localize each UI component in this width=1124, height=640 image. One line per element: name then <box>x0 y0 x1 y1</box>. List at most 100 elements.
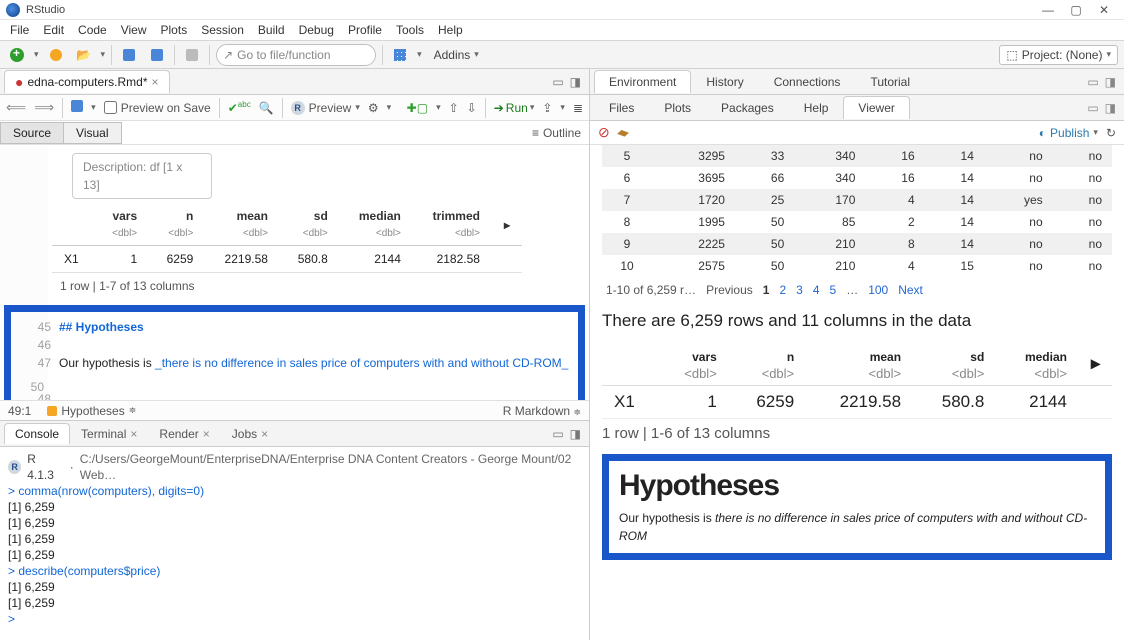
pane-minimize-icon[interactable]: ▭ <box>1087 101 1098 115</box>
menu-profile[interactable]: Profile <box>342 22 388 38</box>
mode-source-button[interactable]: Source <box>0 122 64 144</box>
pane-minimize-icon[interactable]: ▭ <box>1087 75 1098 89</box>
save-source-button[interactable] <box>71 100 83 115</box>
viewer-tabstrip: Files Plots Packages Help Viewer ▭ ◨ <box>590 95 1124 121</box>
pager-page-2[interactable]: 2 <box>779 283 786 297</box>
nav-forward-button[interactable]: ⟹ <box>34 99 54 116</box>
menu-build[interactable]: Build <box>252 22 291 38</box>
menu-file[interactable]: File <box>4 22 35 38</box>
menu-session[interactable]: Session <box>195 22 250 38</box>
window-minimize-button[interactable]: — <box>1034 3 1062 17</box>
clear-viewer-button[interactable]: ▰ <box>615 123 631 143</box>
new-file-button[interactable] <box>6 44 28 66</box>
menu-debug[interactable]: Debug <box>293 22 340 38</box>
preview-button[interactable]: RPreview ▾ <box>291 101 360 115</box>
menu-help[interactable]: Help <box>432 22 469 38</box>
pager-page-3[interactable]: 3 <box>796 283 803 297</box>
go-next-chunk-button[interactable]: ⇩ <box>467 101 477 115</box>
tab-packages[interactable]: Packages <box>706 96 789 120</box>
goto-file-input[interactable]: ↗ Go to file/function <box>216 44 376 66</box>
preview-on-save-checkbox[interactable]: Preview on Save <box>104 101 211 115</box>
pane-maximize-icon[interactable]: ◨ <box>1105 75 1116 89</box>
rstudio-logo-icon <box>6 3 20 17</box>
save-button[interactable] <box>118 44 140 66</box>
pane-maximize-icon[interactable]: ◨ <box>1105 101 1116 115</box>
window-close-button[interactable]: ✕ <box>1090 3 1118 17</box>
table-row: 53295333401614nono <box>602 145 1112 167</box>
open-file-button[interactable]: 📂 <box>73 44 95 66</box>
addins-menu[interactable]: Addins ▾ <box>428 46 485 64</box>
workspace-panes-button[interactable] <box>389 44 411 66</box>
find-button[interactable]: 🔍 <box>259 101 274 115</box>
outline-toggle-button[interactable]: ≣ <box>573 101 583 115</box>
close-tab-button[interactable]: × <box>152 75 159 89</box>
console-tabstrip: Console Terminal × Render × Jobs × ▭ ◨ <box>0 421 589 447</box>
pager-page-1[interactable]: 1 <box>763 283 770 297</box>
goto-arrow-icon: ↗ <box>223 48 233 62</box>
tab-history[interactable]: History <box>691 70 758 93</box>
tab-environment[interactable]: Environment <box>594 70 691 93</box>
source-tabstrip: ● edna-computers.Rmd* × ▭ ◨ <box>0 69 589 95</box>
tab-plots[interactable]: Plots <box>649 96 706 120</box>
tab-render[interactable]: Render × <box>148 423 220 444</box>
spellcheck-button[interactable]: ✔abc <box>228 100 251 115</box>
pager-page-100[interactable]: 100 <box>868 283 888 297</box>
tab-help[interactable]: Help <box>789 96 844 120</box>
go-prev-chunk-button[interactable]: ⇧ <box>449 101 459 115</box>
menubar: File Edit Code View Plots Session Build … <box>0 20 1124 41</box>
knit-options-button[interactable]: ⚙ <box>368 101 379 115</box>
insert-chunk-button[interactable]: ✚▢ <box>407 101 428 115</box>
new-project-button[interactable] <box>45 44 67 66</box>
console-area[interactable]: R R 4.1.3 · C:/Users/GeorgeMount/Enterpr… <box>0 447 589 640</box>
print-button[interactable] <box>181 44 203 66</box>
filetype-selector[interactable]: R Markdown ≑ <box>495 404 589 418</box>
pane-maximize-icon[interactable]: ◨ <box>570 427 581 441</box>
remove-viewer-button[interactable]: ⊘ <box>598 124 610 141</box>
window-maximize-button[interactable]: ▢ <box>1062 3 1090 17</box>
publish-button[interactable]: ◐ Publish ▾ <box>1039 126 1098 140</box>
tab-console[interactable]: Console <box>4 423 70 444</box>
save-all-button[interactable] <box>146 44 168 66</box>
tab-terminal[interactable]: Terminal × <box>70 423 148 444</box>
publish-source-button[interactable]: ⇪ <box>542 101 552 115</box>
menu-code[interactable]: Code <box>72 22 113 38</box>
menu-plots[interactable]: Plots <box>155 22 194 38</box>
markdown-italic: _there is no difference in sales price o… <box>155 356 568 370</box>
nav-back-button[interactable]: ⟸ <box>6 99 26 116</box>
viewer-data-table: 53295333401614nono 63695663401614nono 71… <box>602 145 1112 277</box>
viewer-lead-text: There are 6,259 rows and 11 columns in t… <box>602 311 1112 331</box>
source-tab-active[interactable]: ● edna-computers.Rmd* × <box>4 70 170 93</box>
menu-tools[interactable]: Tools <box>390 22 430 38</box>
tab-jobs[interactable]: Jobs × <box>221 423 279 444</box>
environment-tabstrip: Environment History Connections Tutorial… <box>590 69 1124 95</box>
code-editor[interactable]: Description: df [1 x 13] vars<dbl> n<dbl… <box>48 145 589 400</box>
console-pane: Console Terminal × Render × Jobs × ▭ ◨ R… <box>0 421 589 640</box>
tab-tutorial[interactable]: Tutorial <box>855 70 925 93</box>
project-menu[interactable]: ⬚ Project: (None) ▾ <box>999 45 1118 65</box>
main-toolbar: ▾ 📂▾ ↗ Go to file/function ▾ Addins ▾ ⬚ … <box>0 41 1124 69</box>
project-cube-icon: ⬚ <box>1006 48 1017 62</box>
source-toolbar: ⟸ ⟹ ▾ Preview on Save ✔abc 🔍 RPreview ▾ … <box>0 95 589 121</box>
r-logo-icon: R <box>8 460 21 474</box>
refresh-viewer-button[interactable]: ↻ <box>1106 126 1116 140</box>
tab-viewer[interactable]: Viewer <box>843 96 909 119</box>
tab-connections[interactable]: Connections <box>759 70 856 93</box>
menu-view[interactable]: View <box>115 22 153 38</box>
section-icon <box>47 406 57 416</box>
pane-minimize-icon[interactable]: ▭ <box>552 75 563 89</box>
outline-label[interactable]: ≡ Outline <box>532 126 589 140</box>
tab-files[interactable]: Files <box>594 96 649 120</box>
table-row: 7172025170414yesno <box>602 189 1112 211</box>
menu-edit[interactable]: Edit <box>37 22 70 38</box>
pager-page-4[interactable]: 4 <box>813 283 820 297</box>
pager-prev[interactable]: Previous <box>706 283 753 297</box>
run-button[interactable]: ➔ Run ▾ <box>494 101 535 115</box>
mode-visual-button[interactable]: Visual <box>64 122 121 144</box>
section-breadcrumb[interactable]: Hypotheses ≑ <box>39 404 144 418</box>
pane-maximize-icon[interactable]: ◨ <box>570 75 581 89</box>
pager-next[interactable]: Next <box>898 283 923 297</box>
pane-minimize-icon[interactable]: ▭ <box>552 427 563 441</box>
pager-page-5[interactable]: 5 <box>830 283 837 297</box>
editor-highlight-box: 45 46 47 48 49 ## Hypotheses Our hypothe… <box>4 305 585 400</box>
viewer-content[interactable]: 53295333401614nono 63695663401614nono 71… <box>590 145 1124 640</box>
